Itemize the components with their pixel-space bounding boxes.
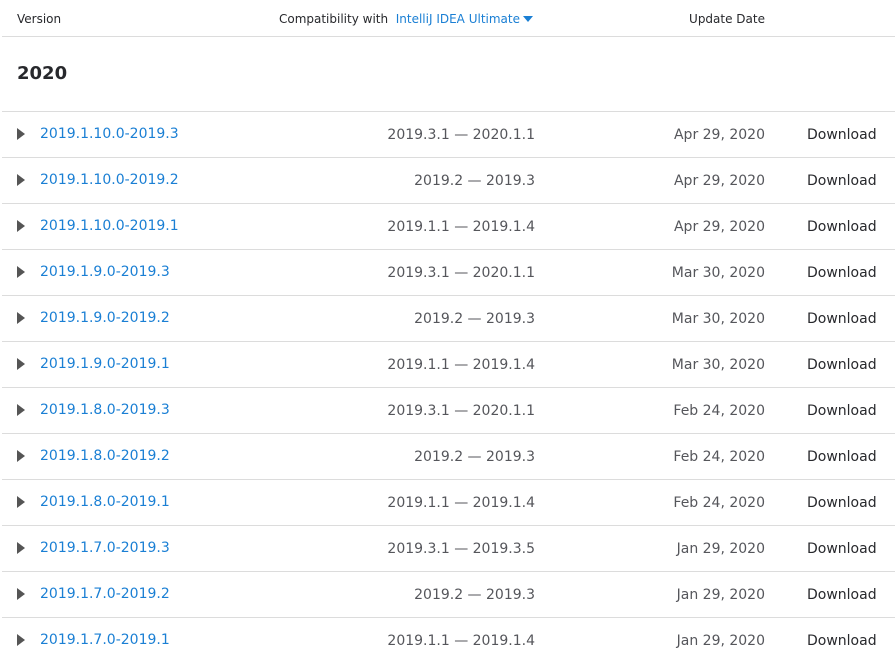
year-heading: 2020 bbox=[17, 63, 68, 84]
update-date: Mar 30, 2020 bbox=[671, 311, 765, 327]
update-date: Mar 30, 2020 bbox=[671, 265, 765, 281]
download-link[interactable]: Download bbox=[807, 357, 877, 373]
version-row[interactable]: 2019.1.9.0-2019.2 2019.2 — 2019.3 Mar 30, … bbox=[2, 295, 895, 341]
plugin-versions-page: Version Compatibility with IntelliJ IDEA… bbox=[0, 0, 895, 661]
download-link[interactable]: Download bbox=[807, 219, 877, 235]
download-link[interactable]: Download bbox=[807, 633, 877, 649]
table-header: Version Compatibility with IntelliJ IDEA… bbox=[2, 0, 895, 37]
download-link[interactable]: Download bbox=[807, 541, 877, 557]
update-date: Jan 29, 2020 bbox=[676, 541, 765, 557]
version-row[interactable]: 2019.1.8.0-2019.3 2019.3.1 — 2020.1.1 Feb … bbox=[2, 387, 895, 433]
version-row[interactable]: 2019.1.10.0-2019.1 2019.1.1 — 2019.1.4 Apr… bbox=[2, 203, 895, 249]
download-link[interactable]: Download bbox=[807, 403, 877, 419]
version-row[interactable]: 2019.1.10.0-2019.2 2019.2 — 2019.3 Apr 29,… bbox=[2, 157, 895, 203]
download-link[interactable]: Download bbox=[807, 265, 877, 281]
version-row[interactable]: 2019.1.8.0-2019.2 2019.2 — 2019.3 Feb 24, … bbox=[2, 433, 895, 479]
version-row[interactable]: 2019.1.7.0-2019.3 2019.3.1 — 2019.3.5 Jan … bbox=[2, 525, 895, 571]
download-link[interactable]: Download bbox=[807, 587, 877, 603]
version-row[interactable]: 2019.1.7.0-2019.1 2019.1.1 — 2019.1.4 Jan … bbox=[2, 617, 895, 661]
version-row[interactable]: 2019.1.10.0-2019.3 2019.3.1 — 2020.1.1 Apr… bbox=[2, 111, 895, 157]
version-row[interactable]: 2019.1.7.0-2019.2 2019.2 — 2019.3 Jan 29, … bbox=[2, 571, 895, 617]
update-date: Apr 29, 2020 bbox=[673, 219, 765, 235]
download-link[interactable]: Download bbox=[807, 311, 877, 327]
download-link[interactable]: Download bbox=[807, 127, 877, 143]
update-date: Apr 29, 2020 bbox=[673, 127, 765, 143]
update-date-column-header: Update Date bbox=[689, 12, 765, 26]
download-link[interactable]: Download bbox=[807, 173, 877, 189]
update-date: Jan 29, 2020 bbox=[676, 587, 765, 603]
update-date: Jan 29, 2020 bbox=[676, 633, 765, 649]
version-list: 2019.1.10.0-2019.3 2019.3.1 — 2020.1.1 Apr… bbox=[2, 111, 895, 661]
download-link[interactable]: Download bbox=[807, 449, 877, 465]
update-date: Feb 24, 2020 bbox=[673, 449, 765, 465]
version-row[interactable]: 2019.1.9.0-2019.1 2019.1.1 — 2019.1.4 Mar … bbox=[2, 341, 895, 387]
update-date: Feb 24, 2020 bbox=[673, 403, 765, 419]
update-date: Apr 29, 2020 bbox=[673, 173, 765, 189]
version-row[interactable]: 2019.1.9.0-2019.3 2019.3.1 — 2020.1.1 Mar … bbox=[2, 249, 895, 295]
update-date: Mar 30, 2020 bbox=[671, 357, 765, 373]
update-date: Feb 24, 2020 bbox=[673, 495, 765, 511]
version-row[interactable]: 2019.1.8.0-2019.1 2019.1.1 — 2019.1.4 Feb … bbox=[2, 479, 895, 525]
download-link[interactable]: Download bbox=[807, 495, 877, 511]
